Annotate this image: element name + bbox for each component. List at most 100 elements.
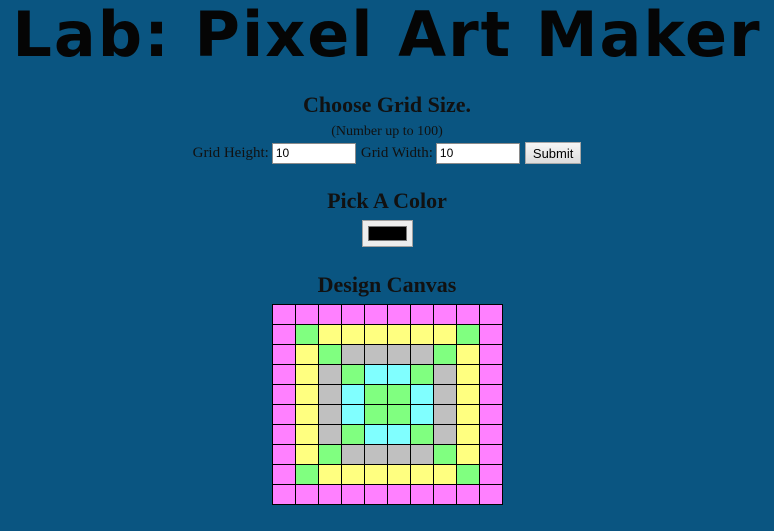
canvas-cell[interactable]: [318, 344, 342, 365]
canvas-cell[interactable]: [479, 324, 503, 345]
canvas-cell[interactable]: [318, 464, 342, 485]
canvas-cell[interactable]: [456, 464, 480, 485]
canvas-cell[interactable]: [479, 464, 503, 485]
canvas-cell[interactable]: [341, 364, 365, 385]
canvas-cell[interactable]: [295, 404, 319, 425]
canvas-cell[interactable]: [433, 344, 457, 365]
canvas-cell[interactable]: [272, 464, 296, 485]
canvas-cell[interactable]: [364, 344, 388, 365]
canvas-cell[interactable]: [456, 324, 480, 345]
canvas-cell[interactable]: [272, 384, 296, 405]
canvas-cell[interactable]: [387, 444, 411, 465]
canvas-cell[interactable]: [410, 364, 434, 385]
canvas-cell[interactable]: [387, 364, 411, 385]
grid-height-input[interactable]: [271, 142, 356, 164]
canvas-cell[interactable]: [479, 384, 503, 405]
canvas-cell[interactable]: [456, 344, 480, 365]
canvas-cell[interactable]: [433, 364, 457, 385]
canvas-cell[interactable]: [479, 404, 503, 425]
canvas-cell[interactable]: [318, 304, 342, 325]
canvas-cell[interactable]: [295, 384, 319, 405]
canvas-cell[interactable]: [479, 344, 503, 365]
canvas-cell[interactable]: [341, 324, 365, 345]
canvas-cell[interactable]: [479, 444, 503, 465]
canvas-cell[interactable]: [456, 444, 480, 465]
canvas-cell[interactable]: [341, 424, 365, 445]
canvas-cell[interactable]: [410, 324, 434, 345]
canvas-cell[interactable]: [295, 464, 319, 485]
canvas-cell[interactable]: [364, 424, 388, 445]
canvas-cell[interactable]: [410, 404, 434, 425]
canvas-cell[interactable]: [387, 484, 411, 505]
color-picker[interactable]: [362, 220, 413, 247]
canvas-cell[interactable]: [364, 384, 388, 405]
canvas-cell[interactable]: [433, 484, 457, 505]
canvas-cell[interactable]: [295, 324, 319, 345]
canvas-cell[interactable]: [479, 484, 503, 505]
canvas-cell[interactable]: [364, 464, 388, 485]
canvas-cell[interactable]: [341, 484, 365, 505]
canvas-cell[interactable]: [341, 384, 365, 405]
canvas-cell[interactable]: [433, 464, 457, 485]
canvas-cell[interactable]: [456, 304, 480, 325]
canvas-cell[interactable]: [410, 424, 434, 445]
canvas-cell[interactable]: [456, 404, 480, 425]
canvas-cell[interactable]: [295, 344, 319, 365]
canvas-cell[interactable]: [318, 364, 342, 385]
canvas-cell[interactable]: [364, 444, 388, 465]
canvas-cell[interactable]: [410, 344, 434, 365]
submit-button[interactable]: Submit: [524, 142, 582, 164]
canvas-cell[interactable]: [410, 464, 434, 485]
canvas-cell[interactable]: [295, 484, 319, 505]
canvas-cell[interactable]: [387, 344, 411, 365]
canvas-cell[interactable]: [479, 364, 503, 385]
canvas-cell[interactable]: [295, 444, 319, 465]
canvas-cell[interactable]: [295, 304, 319, 325]
canvas-cell[interactable]: [456, 364, 480, 385]
canvas-cell[interactable]: [364, 364, 388, 385]
canvas-cell[interactable]: [318, 444, 342, 465]
canvas-cell[interactable]: [341, 464, 365, 485]
canvas-cell[interactable]: [410, 304, 434, 325]
canvas-cell[interactable]: [272, 424, 296, 445]
canvas-cell[interactable]: [272, 364, 296, 385]
canvas-cell[interactable]: [433, 384, 457, 405]
canvas-cell[interactable]: [364, 324, 388, 345]
canvas-cell[interactable]: [272, 344, 296, 365]
canvas-cell[interactable]: [295, 364, 319, 385]
canvas-cell[interactable]: [479, 424, 503, 445]
canvas-cell[interactable]: [318, 484, 342, 505]
canvas-cell[interactable]: [456, 424, 480, 445]
canvas-cell[interactable]: [272, 444, 296, 465]
canvas-cell[interactable]: [387, 464, 411, 485]
canvas-cell[interactable]: [433, 304, 457, 325]
canvas-cell[interactable]: [341, 404, 365, 425]
canvas-cell[interactable]: [318, 384, 342, 405]
canvas-cell[interactable]: [341, 344, 365, 365]
canvas-cell[interactable]: [318, 424, 342, 445]
canvas-cell[interactable]: [272, 324, 296, 345]
canvas-cell[interactable]: [410, 384, 434, 405]
canvas-cell[interactable]: [364, 304, 388, 325]
canvas-cell[interactable]: [410, 444, 434, 465]
canvas-cell[interactable]: [387, 424, 411, 445]
canvas-cell[interactable]: [364, 404, 388, 425]
canvas-cell[interactable]: [318, 324, 342, 345]
canvas-cell[interactable]: [433, 424, 457, 445]
canvas-cell[interactable]: [272, 304, 296, 325]
canvas-cell[interactable]: [387, 304, 411, 325]
canvas-cell[interactable]: [318, 404, 342, 425]
canvas-cell[interactable]: [387, 324, 411, 345]
canvas-cell[interactable]: [433, 404, 457, 425]
canvas-cell[interactable]: [479, 304, 503, 325]
canvas-cell[interactable]: [341, 304, 365, 325]
grid-width-input[interactable]: [435, 142, 520, 164]
canvas-cell[interactable]: [364, 484, 388, 505]
canvas-cell[interactable]: [410, 484, 434, 505]
canvas-cell[interactable]: [272, 484, 296, 505]
canvas-cell[interactable]: [387, 404, 411, 425]
canvas-cell[interactable]: [341, 444, 365, 465]
canvas-cell[interactable]: [433, 324, 457, 345]
canvas-cell[interactable]: [433, 444, 457, 465]
canvas-cell[interactable]: [456, 384, 480, 405]
